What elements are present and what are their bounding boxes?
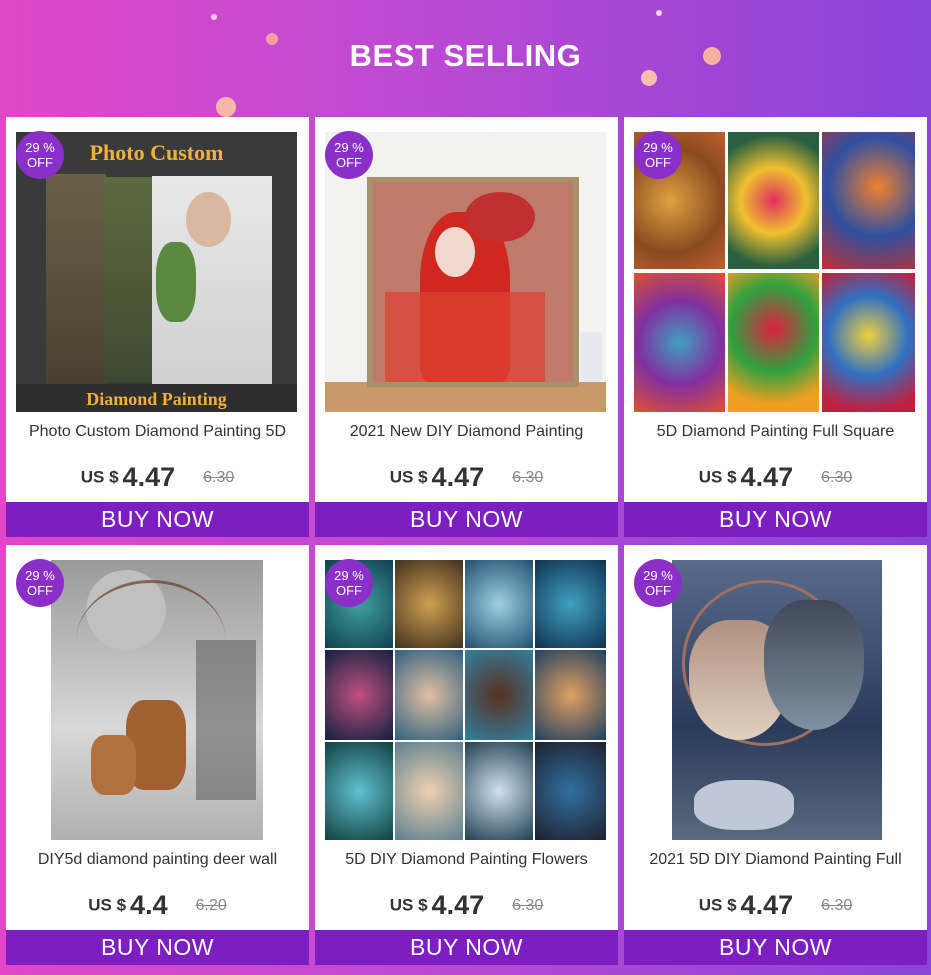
discount-off-label: OFF — [645, 583, 671, 598]
discount-badge: 29 % OFF — [634, 131, 682, 179]
currency-label: US $ — [88, 895, 127, 915]
discount-percent: 29 % — [25, 568, 55, 583]
product-name[interactable]: 2021 5D DIY Diamond Painting Full — [624, 851, 927, 869]
product-image[interactable] — [325, 132, 606, 412]
discount-percent: 29 % — [25, 140, 55, 155]
buy-now-button[interactable]: BUY NOW — [6, 930, 309, 965]
buy-now-button[interactable]: BUY NOW — [315, 502, 618, 537]
currency-label: US $ — [389, 467, 428, 487]
product-card[interactable]: 29 % OFF 2021 5D DIY Diamond Painting Fu… — [624, 545, 927, 965]
page-title: BEST SELLING — [349, 38, 582, 73]
currency-label: US $ — [80, 467, 119, 487]
discount-badge: 29 % OFF — [325, 131, 373, 179]
original-price: 6.30 — [821, 896, 853, 914]
discount-off-label: OFF — [336, 155, 362, 170]
product-name[interactable]: DIY5d diamond painting deer wall — [6, 851, 309, 869]
discount-off-label: OFF — [27, 155, 53, 170]
sale-price: 4.47 — [122, 462, 176, 492]
price-row: US $4.47 6.30 — [624, 890, 927, 922]
price-row: US $4.47 6.30 — [315, 890, 618, 922]
discount-off-label: OFF — [27, 583, 53, 598]
discount-badge: 29 % OFF — [16, 131, 64, 179]
discount-badge: 29 % OFF — [634, 559, 682, 607]
discount-off-label: OFF — [645, 155, 671, 170]
price-row: US $4.47 6.30 — [624, 462, 927, 494]
product-image[interactable] — [325, 560, 606, 840]
discount-off-label: OFF — [336, 583, 362, 598]
product-card[interactable]: 29 % OFF 5D Diamond Painting Full Square… — [624, 117, 927, 537]
product-card[interactable]: 29 % OFF Photo Custom Diamond Painting P… — [6, 117, 309, 537]
product-name[interactable]: 5D Diamond Painting Full Square — [624, 423, 927, 441]
product-image[interactable]: Photo Custom Diamond Painting — [16, 132, 297, 412]
product-image[interactable] — [16, 560, 297, 840]
discount-percent: 29 % — [643, 568, 673, 583]
product-card[interactable]: 29 % OFF 5D DIY Diamond Painting Flowers… — [315, 545, 618, 965]
price-row: US $4.4 6.20 — [6, 890, 309, 922]
sale-price: 4.47 — [431, 890, 485, 920]
discount-percent: 29 % — [334, 140, 364, 155]
product-name[interactable]: 5D DIY Diamond Painting Flowers — [315, 851, 618, 869]
confetti-decoration — [216, 97, 236, 117]
price-row: US $4.47 6.30 — [315, 462, 618, 494]
discount-percent: 29 % — [334, 568, 364, 583]
currency-label: US $ — [698, 467, 737, 487]
buy-now-button[interactable]: BUY NOW — [624, 502, 927, 537]
product-card[interactable]: 29 % OFF 2021 New DIY Diamond Painting U… — [315, 117, 618, 537]
original-price: 6.20 — [195, 896, 227, 914]
buy-now-button[interactable]: BUY NOW — [315, 930, 618, 965]
original-price: 6.30 — [203, 468, 235, 486]
currency-label: US $ — [698, 895, 737, 915]
sale-price: 4.47 — [431, 462, 485, 492]
price-row: US $4.47 6.30 — [6, 462, 309, 494]
original-price: 6.30 — [512, 896, 544, 914]
confetti-decoration — [656, 10, 662, 16]
sale-price: 4.47 — [740, 462, 794, 492]
buy-now-button[interactable]: BUY NOW — [6, 502, 309, 537]
original-price: 6.30 — [821, 468, 853, 486]
product-image[interactable] — [634, 560, 915, 840]
currency-label: US $ — [389, 895, 428, 915]
product-name[interactable]: 2021 New DIY Diamond Painting — [315, 423, 618, 441]
confetti-decoration — [211, 14, 217, 20]
sale-price: 4.47 — [740, 890, 794, 920]
product-name[interactable]: Photo Custom Diamond Painting 5D — [6, 423, 309, 441]
product-card[interactable]: 29 % OFF DIY5d diamond painting deer wal… — [6, 545, 309, 965]
discount-badge: 29 % OFF — [325, 559, 373, 607]
discount-badge: 29 % OFF — [16, 559, 64, 607]
buy-now-button[interactable]: BUY NOW — [624, 930, 927, 965]
product-image[interactable] — [634, 132, 915, 412]
sale-price: 4.4 — [130, 890, 168, 920]
discount-percent: 29 % — [643, 140, 673, 155]
image-caption-bottom: Diamond Painting — [86, 389, 227, 409]
original-price: 6.30 — [512, 468, 544, 486]
